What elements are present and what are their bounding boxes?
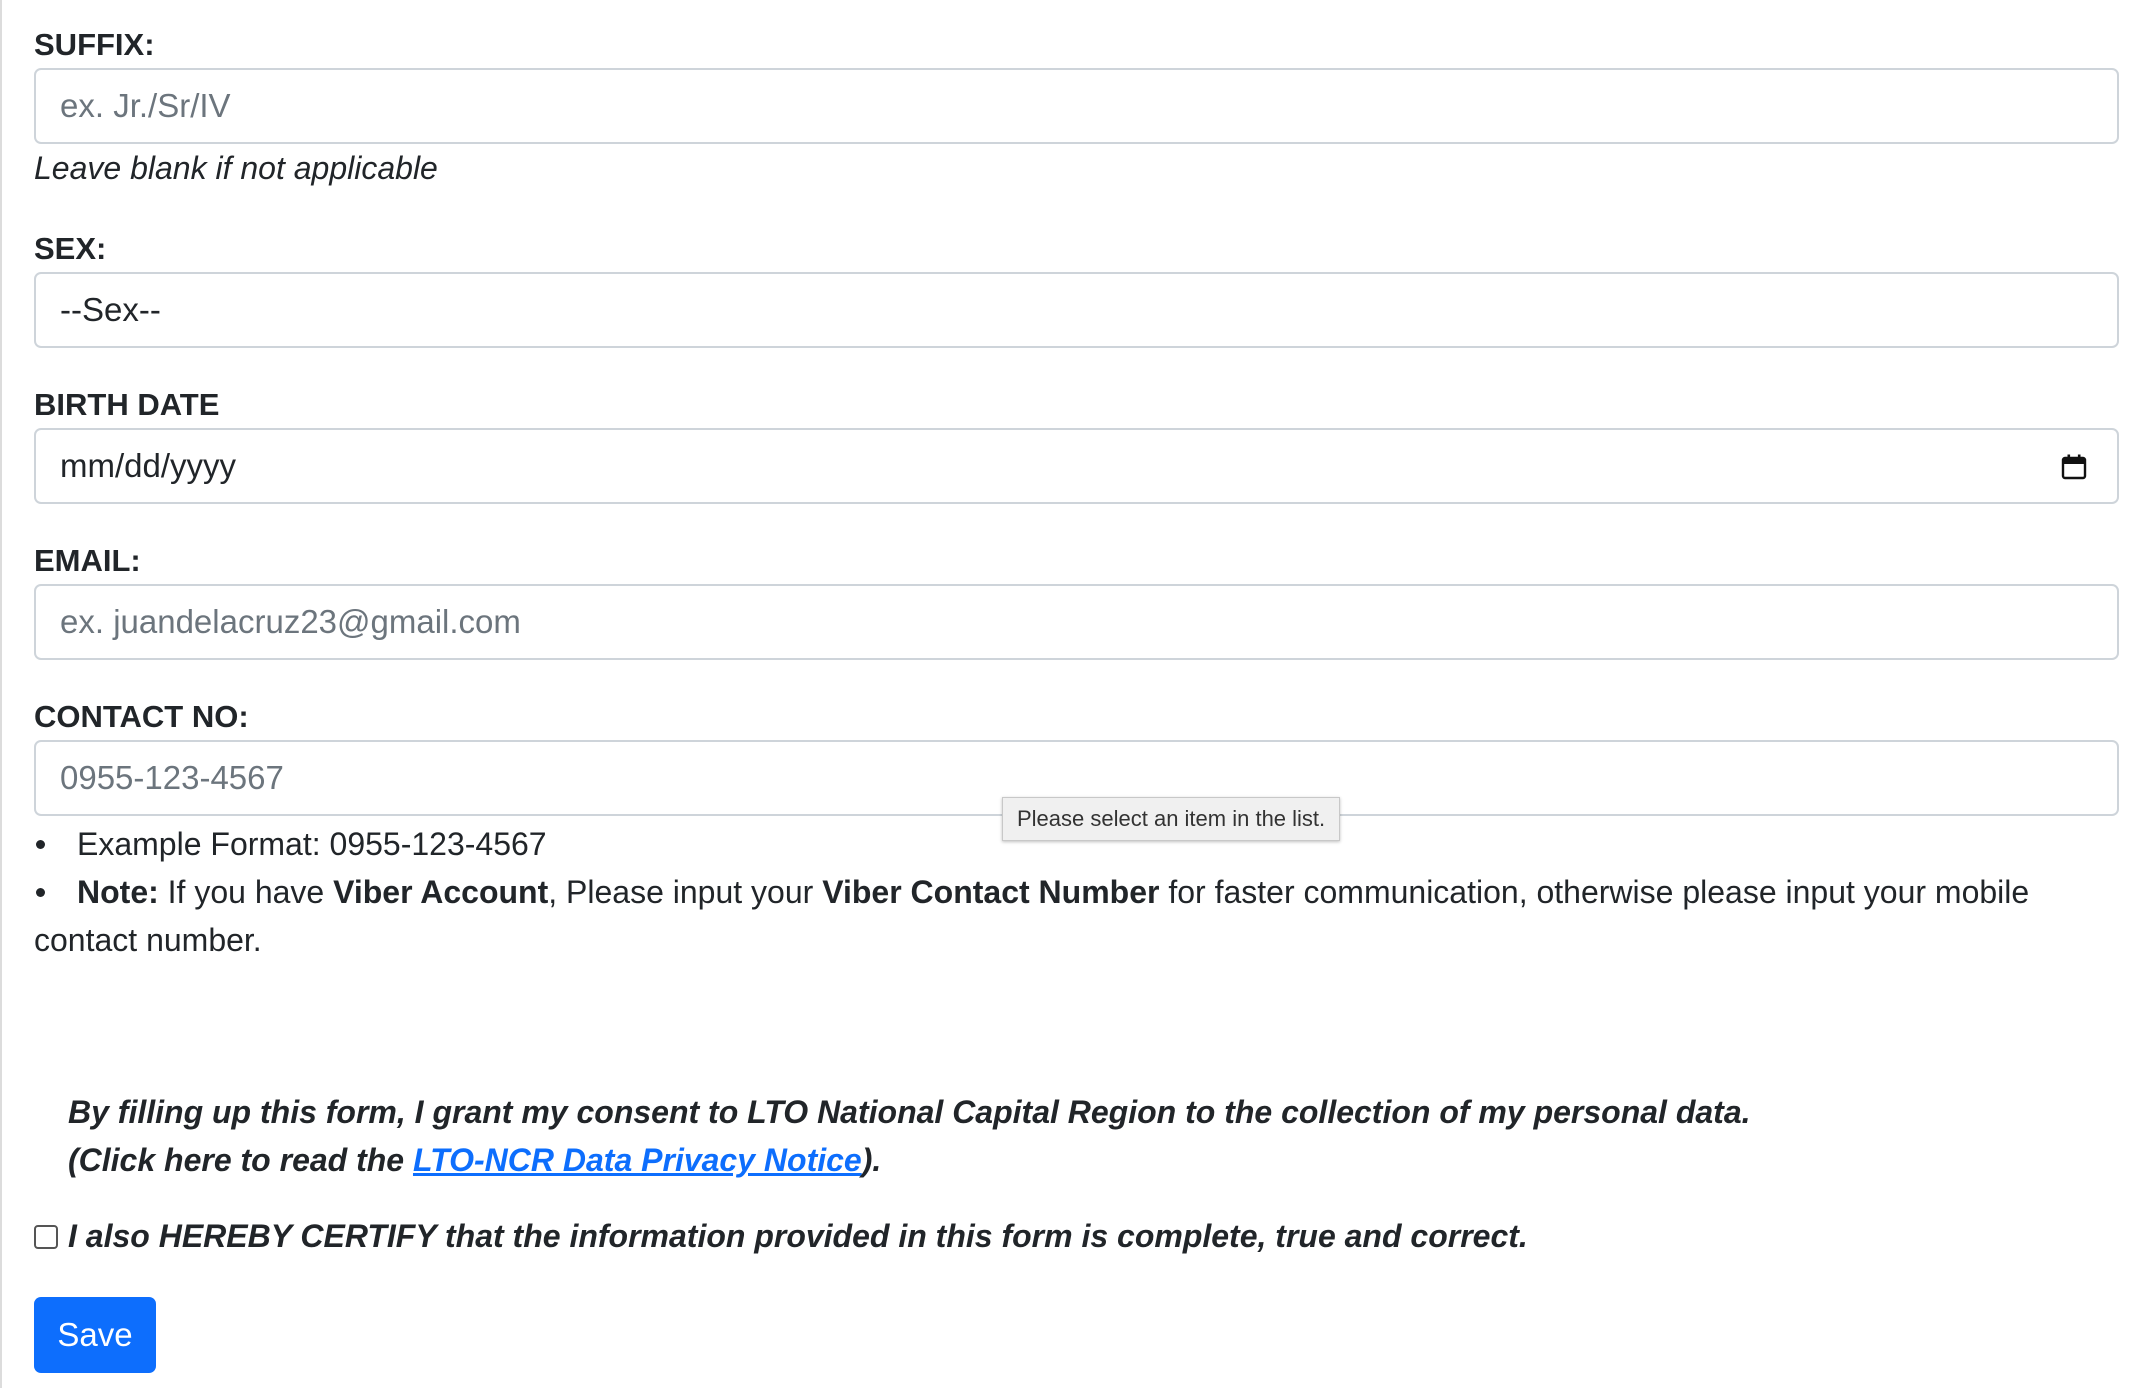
privacy-notice-link[interactable]: LTO-NCR Data Privacy Notice [413,1142,862,1178]
birth-date-label: BIRTH DATE [34,387,220,422]
suffix-input[interactable] [34,68,2119,144]
note-emphasis: Viber Account [333,874,549,910]
note-emphasis: Viber Contact Number [822,874,1160,910]
sex-label: SEX: [34,231,107,266]
sex-select[interactable]: --Sex-- [34,272,2119,348]
consent-link-line: (Click here to read the LTO-NCR Data Pri… [68,1136,1751,1184]
bullet-icon [36,888,45,897]
suffix-help-text: Leave blank if not applicable [34,150,438,186]
note-text: , Please input your [548,874,823,910]
suffix-label: SUFFIX: [34,27,155,62]
contact-label: CONTACT NO: [34,699,249,734]
email-label: EMAIL: [34,543,141,578]
birth-date-placeholder: mm/dd/yyyy [60,447,237,484]
contact-notes-list: Example Format: 0955-123-4567 Note: If y… [34,820,2119,964]
save-button[interactable]: Save [34,1297,156,1373]
note-label: Note: [77,874,159,910]
certify-row: I also HEREBY CERTIFY that the informati… [34,1218,1528,1255]
consent-line: By filling up this form, I grant my cons… [68,1094,1751,1130]
bullet-icon [36,840,45,849]
consent-link-prefix: (Click here to read the [68,1142,413,1178]
certify-label: I also HEREBY CERTIFY that the informati… [68,1218,1528,1254]
example-format-text: Example Format: 0955-123-4567 [77,826,547,862]
validation-tooltip: Please select an item in the list. [1002,797,1341,841]
email-input[interactable] [34,584,2119,660]
list-item: Note: If you have Viber Account, Please … [34,868,2119,964]
birth-date-input[interactable]: mm/dd/yyyy [34,428,2119,504]
consent-link-suffix: ). [861,1142,882,1178]
sex-select-value: --Sex-- [60,291,161,328]
certify-checkbox[interactable] [34,1224,58,1249]
calendar-icon[interactable] [2061,454,2087,480]
note-text: If you have [158,874,334,910]
consent-text: By filling up this form, I grant my cons… [68,1088,1751,1184]
page-left-border [0,0,2,1388]
